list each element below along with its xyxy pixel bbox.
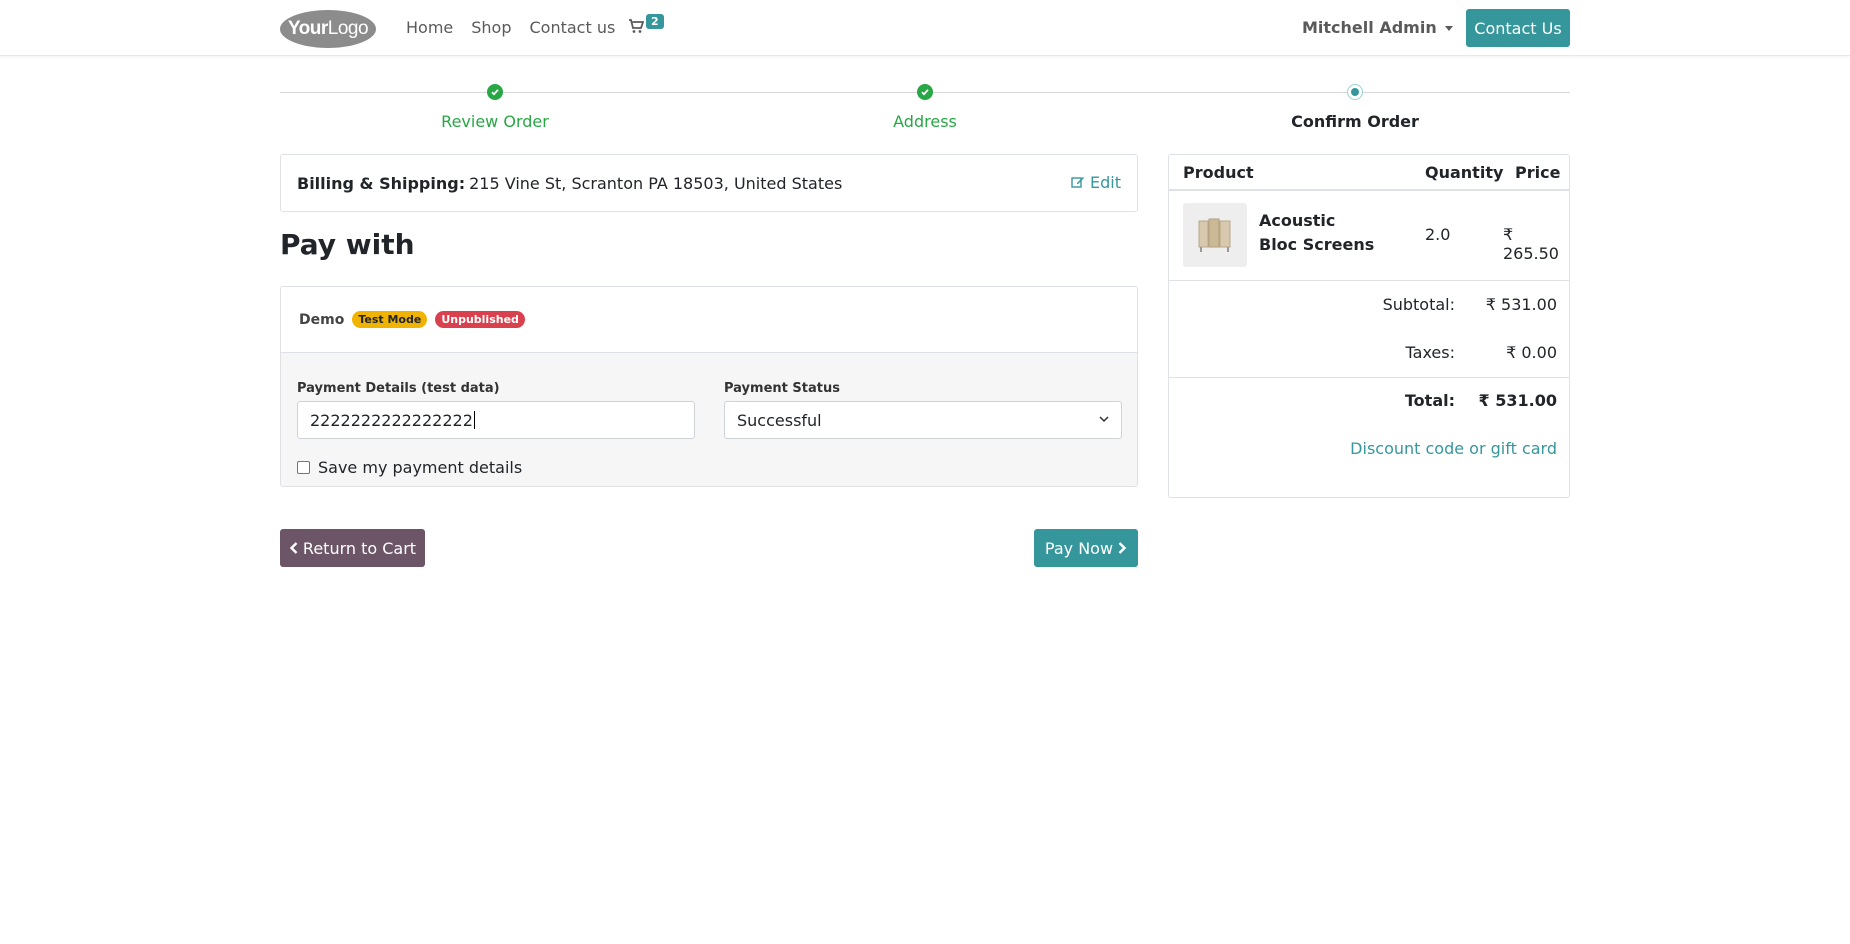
logo-light-text: Logo: [327, 18, 369, 39]
subtotal-label: Subtotal:: [1382, 295, 1455, 314]
totals-divider: [1169, 377, 1569, 378]
main-nav: Home Shop Contact us: [406, 18, 633, 37]
cart-icon: [629, 19, 645, 33]
billing-address: 215 Vine St, Scranton PA 18503, United S…: [469, 173, 843, 193]
user-name: Mitchell Admin: [1302, 18, 1437, 37]
return-to-cart-button[interactable]: Return to Cart: [280, 529, 425, 567]
text-cursor: [473, 411, 475, 429]
logo-bold-text: Your: [287, 18, 328, 39]
current-step-icon: [1347, 84, 1363, 100]
payment-details-label: Payment Details (test data): [297, 381, 500, 396]
chevron-left-icon: [289, 542, 298, 554]
edit-address-link[interactable]: Edit: [1071, 173, 1121, 192]
caret-down-icon: [1444, 26, 1453, 31]
save-payment-label[interactable]: Save my payment details: [318, 458, 522, 477]
pay-with-heading: Pay with: [280, 228, 415, 261]
product-screens-icon: [1198, 218, 1231, 252]
billing-shipping-card: Billing & Shipping: 215 Vine St, Scranto…: [280, 154, 1138, 212]
cart-count-badge: 2: [646, 14, 664, 29]
contact-us-button[interactable]: Contact Us: [1466, 9, 1570, 47]
payment-details-value: 2222222222222222: [310, 410, 473, 430]
table-row: Acoustic Bloc Screens 2.0 ₹ 265.50: [1169, 191, 1569, 281]
step-address: Address: [825, 84, 1025, 131]
edit-label: Edit: [1090, 173, 1121, 192]
order-summary: Product Quantity Price Acoustic Bloc Scr…: [1168, 154, 1570, 498]
payment-status-value: Successful: [737, 410, 822, 430]
save-payment-checkbox-row: Save my payment details: [297, 458, 522, 477]
payment-provider-card: Demo Test Mode Unpublished Payment Detai…: [280, 286, 1138, 487]
total-label: Total:: [1404, 391, 1455, 410]
col-price: Price: [1515, 163, 1561, 182]
col-product: Product: [1183, 163, 1254, 182]
product-image[interactable]: [1183, 203, 1247, 267]
save-payment-checkbox[interactable]: [297, 461, 310, 474]
return-label: Return to Cart: [302, 538, 417, 558]
payment-details-input[interactable]: 2222222222222222: [297, 401, 695, 439]
taxes-value: ₹ 0.00: [1506, 343, 1557, 362]
nav-home[interactable]: Home: [406, 18, 453, 37]
pay-now-button[interactable]: Pay Now: [1034, 529, 1138, 567]
product-quantity: 2.0: [1425, 225, 1451, 244]
step-label: Address: [893, 112, 957, 131]
payment-provider-option[interactable]: Demo Test Mode Unpublished: [281, 287, 1137, 353]
step-label: Confirm Order: [1291, 112, 1419, 131]
check-circle-icon: [487, 84, 503, 100]
edit-icon: [1071, 177, 1084, 188]
payment-form: Payment Details (test data) 222222222222…: [281, 353, 1137, 486]
provider-name: Demo: [299, 311, 345, 328]
unpublished-badge: Unpublished: [435, 311, 525, 328]
site-logo[interactable]: Your Logo: [280, 10, 376, 48]
col-quantity: Quantity: [1425, 163, 1504, 182]
payment-status-select[interactable]: Successful: [724, 401, 1122, 439]
step-confirm-order: Confirm Order: [1255, 84, 1455, 131]
summary-header-row: Product Quantity Price: [1169, 155, 1569, 191]
billing-label: Billing & Shipping:: [297, 173, 466, 193]
user-menu-dropdown[interactable]: Mitchell Admin: [1302, 18, 1453, 37]
step-review-order: Review Order: [395, 84, 595, 131]
payment-status-label: Payment Status: [724, 381, 840, 396]
top-navbar: Your Logo Home Shop Contact us 2 Mitchell…: [0, 0, 1850, 56]
cart-link[interactable]: 2: [628, 14, 664, 38]
check-circle-icon: [917, 84, 933, 100]
test-mode-badge: Test Mode: [352, 311, 428, 328]
taxes-label: Taxes:: [1405, 343, 1455, 362]
discount-code-link[interactable]: Discount code or gift card: [1350, 439, 1557, 458]
nav-contact-us[interactable]: Contact us: [530, 18, 616, 37]
product-price: ₹ 265.50: [1503, 225, 1559, 263]
total-value: ₹ 531.00: [1478, 391, 1557, 410]
step-label: Review Order: [441, 112, 549, 131]
subtotal-value: ₹ 531.00: [1485, 295, 1557, 314]
chevron-right-icon: [1118, 542, 1127, 554]
nav-shop[interactable]: Shop: [471, 18, 511, 37]
pay-label: Pay Now: [1044, 538, 1114, 558]
product-name[interactable]: Acoustic Bloc Screens: [1259, 209, 1379, 257]
chevron-down-icon: [1099, 416, 1109, 423]
